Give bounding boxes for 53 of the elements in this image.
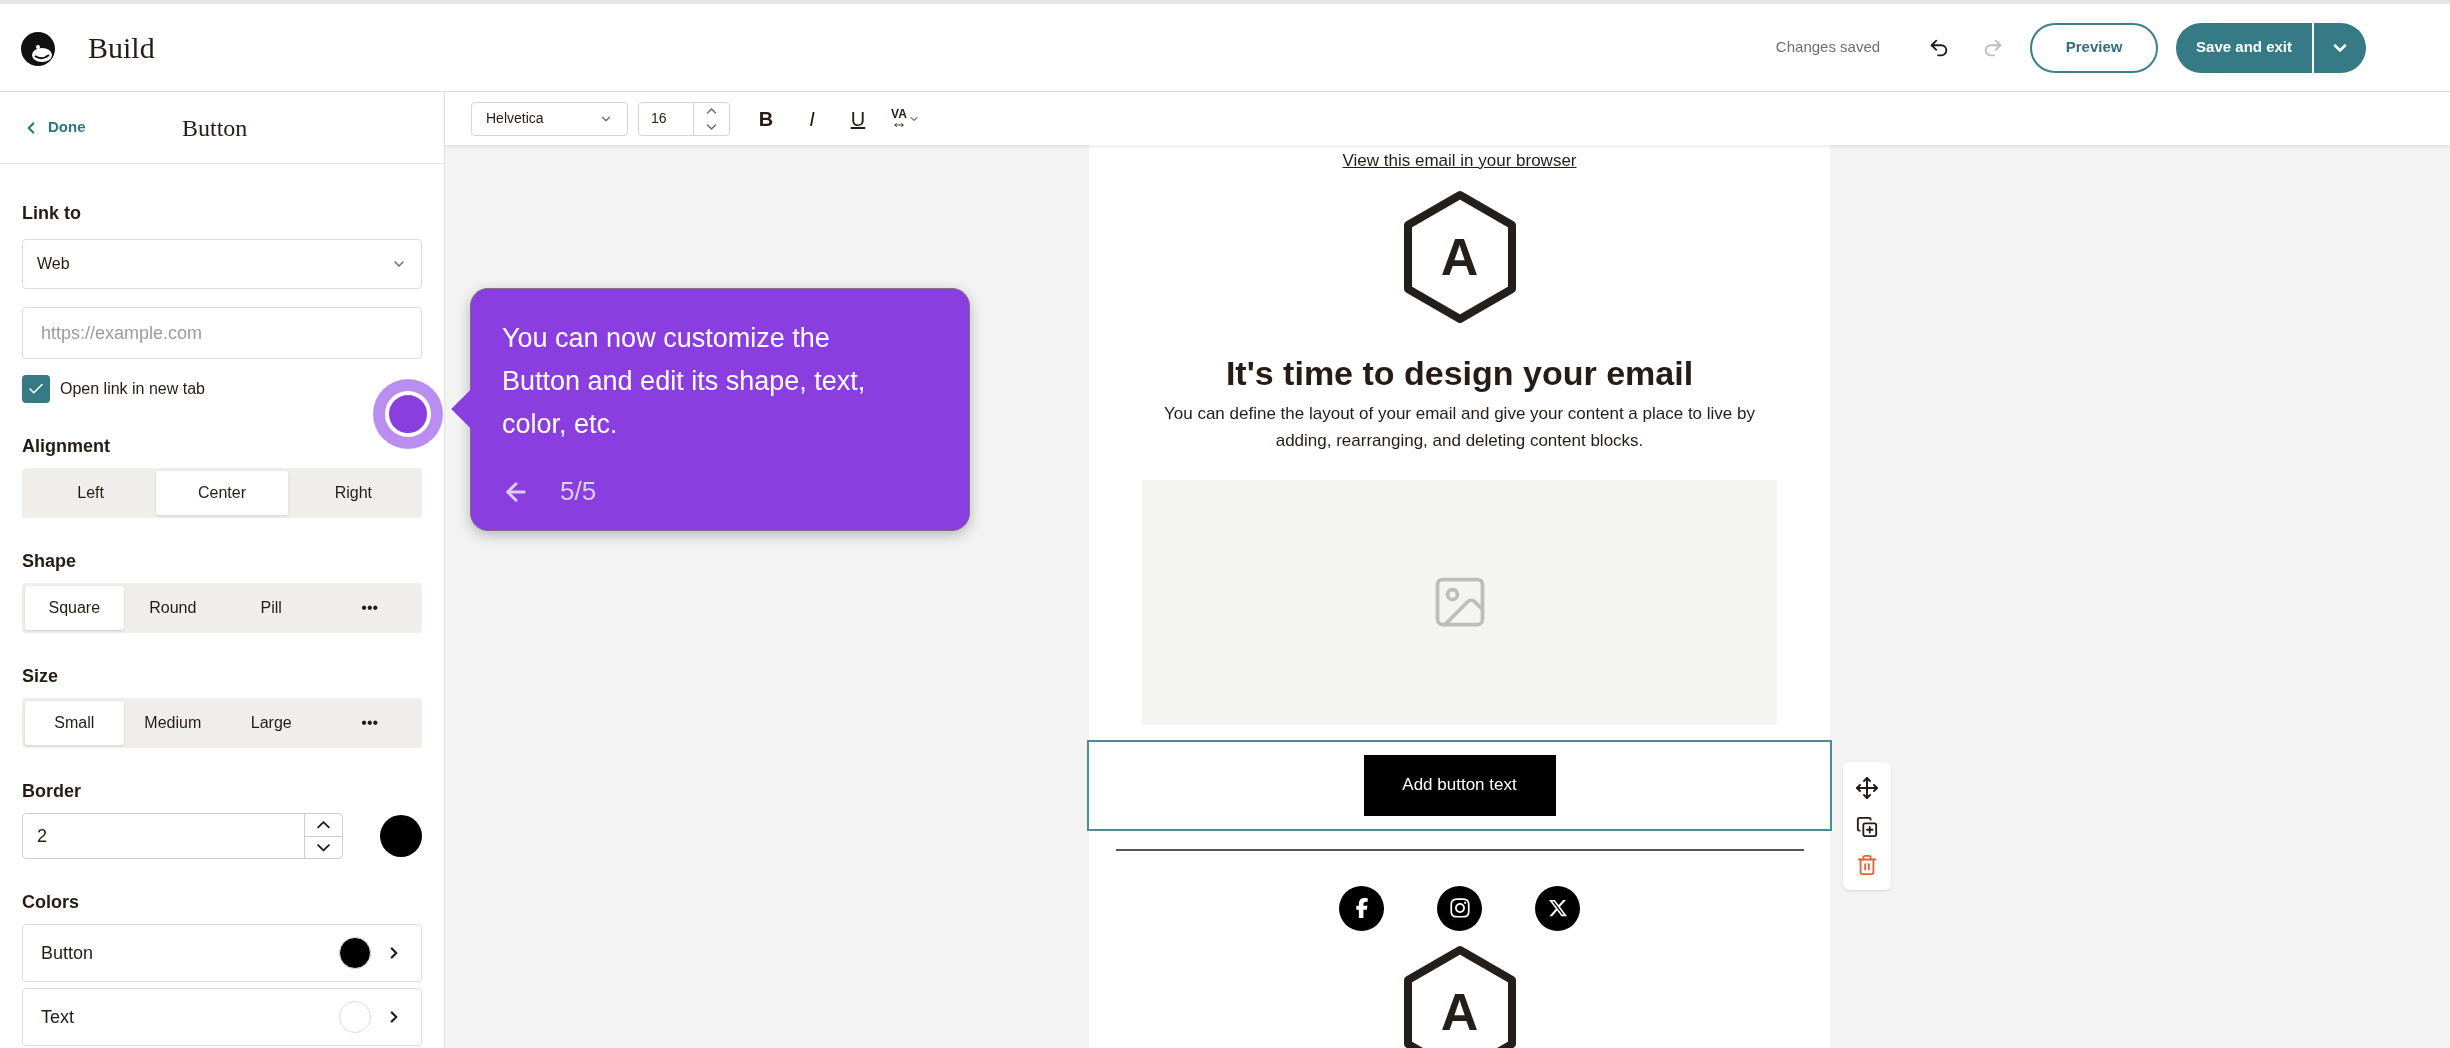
- segment-option[interactable]: Pill: [222, 586, 321, 630]
- hexagon-icon: [1401, 189, 1518, 324]
- underline-button[interactable]: U: [844, 103, 872, 134]
- section-label: Link to: [22, 202, 82, 225]
- email-button[interactable]: Add button text: [1363, 754, 1556, 816]
- page-title: Build: [88, 30, 155, 66]
- border-color-swatch[interactable]: [380, 815, 422, 857]
- segment-option[interactable]: Square: [25, 586, 124, 630]
- preview-button[interactable]: Preview: [2030, 22, 2159, 73]
- link-type-select[interactable]: Web: [22, 239, 422, 289]
- save-status: Changes saved: [1775, 37, 1881, 58]
- segment-option[interactable]: Center: [156, 471, 288, 515]
- instagram-icon[interactable]: [1437, 885, 1482, 931]
- email-heading: It's time to design your email: [1225, 355, 1694, 390]
- x-icon[interactable]: [1535, 885, 1580, 931]
- browser-link[interactable]: View this email in your browser: [1342, 148, 1577, 174]
- border-width-field[interactable]: 2: [22, 813, 344, 859]
- duplicate-icon[interactable]: [1856, 816, 1878, 838]
- segment-option[interactable]: Medium: [123, 701, 222, 745]
- segment-option[interactable]: Small: [25, 701, 124, 745]
- segment-option[interactable]: Left: [25, 471, 157, 515]
- panel-title: Button: [182, 113, 248, 143]
- selected-button-block[interactable]: Add button text: [1087, 739, 1832, 831]
- segment-option[interactable]: •••: [320, 586, 419, 630]
- delete-icon[interactable]: [1856, 854, 1878, 876]
- segment-option[interactable]: •••: [320, 701, 419, 745]
- segment-option[interactable]: Round: [123, 586, 222, 630]
- tooltip-text: You can now customize the Button and edit its shape, text, color, etc.: [502, 322, 867, 441]
- done-button[interactable]: Done: [22, 116, 86, 139]
- step-counter: 5/5: [560, 475, 597, 508]
- segment-option[interactable]: Right: [287, 471, 419, 515]
- move-icon[interactable]: [1855, 776, 1879, 800]
- logo-letter: A: [1440, 230, 1479, 283]
- logo-letter: A: [1440, 985, 1479, 1038]
- segment-option[interactable]: Large: [222, 701, 321, 745]
- hexagon-icon: [1401, 944, 1518, 1048]
- section-label: Shape: [22, 550, 78, 573]
- font-size-field[interactable]: 16: [638, 101, 730, 136]
- facebook-icon[interactable]: [1339, 885, 1384, 931]
- letter-spacing-button[interactable]: VA: [890, 107, 920, 130]
- color-row[interactable]: Button: [22, 924, 422, 982]
- bold-button[interactable]: B: [752, 103, 780, 134]
- section-label: Size: [22, 665, 60, 688]
- section-label: Border: [22, 780, 82, 803]
- section-label: Alignment: [22, 435, 111, 458]
- section-label: Colors: [22, 891, 80, 914]
- checkbox[interactable]: [22, 375, 50, 403]
- font-select[interactable]: Helvetica: [471, 101, 628, 136]
- email-body: You can define the layout of your email and give your content a place to live by adding, rearranging, and deleting content blocks.: [1163, 402, 1756, 452]
- color-row[interactable]: Text: [22, 988, 422, 1046]
- italic-button[interactable]: I: [798, 103, 826, 134]
- url-field[interactable]: https://example.com: [22, 307, 422, 359]
- checkbox-label: Open link in new tab: [60, 379, 205, 399]
